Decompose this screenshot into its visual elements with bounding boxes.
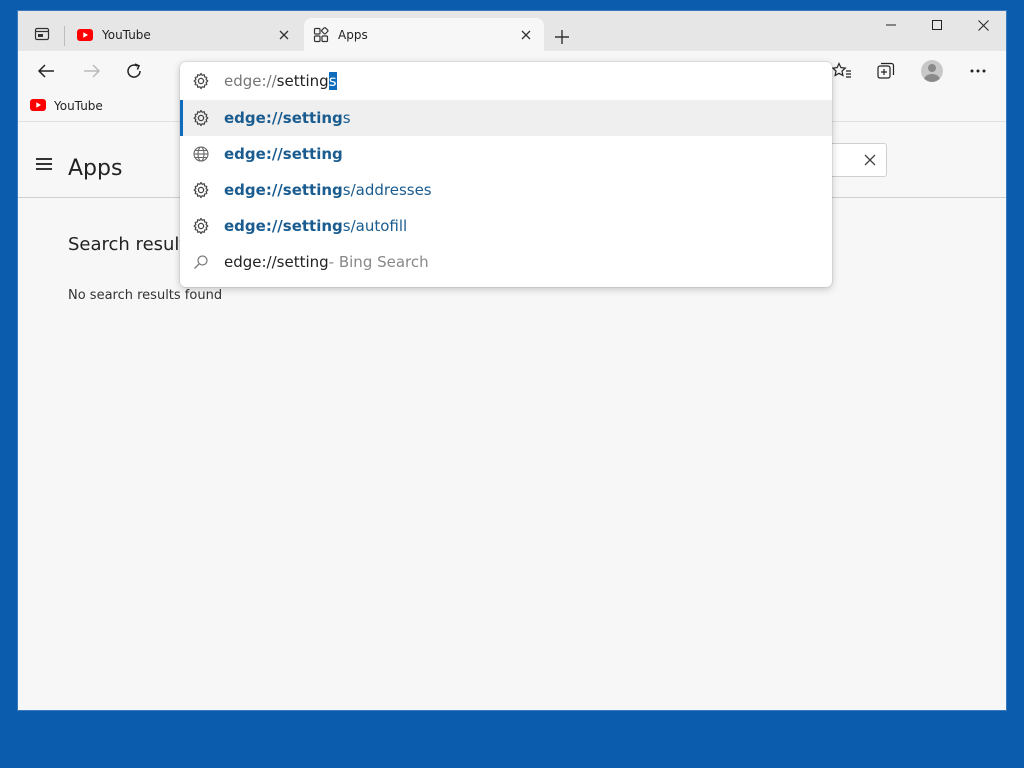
close-icon: [279, 30, 289, 39]
minimize-button[interactable]: [868, 11, 914, 39]
suggestion-query: edge://setting: [224, 253, 329, 271]
plus-icon: [555, 30, 569, 44]
profile-button[interactable]: [916, 55, 948, 87]
suggestion-rest: s: [342, 109, 351, 127]
clear-search-button[interactable]: [862, 152, 878, 168]
maximize-button[interactable]: [914, 11, 960, 39]
address-selected: s: [328, 72, 337, 90]
refresh-icon: [127, 63, 141, 78]
tab-title: Apps: [338, 27, 368, 42]
more-icon: [970, 69, 986, 73]
close-icon: [977, 19, 989, 31]
suggestion-match: edge://setting: [224, 109, 343, 127]
tab-close-button[interactable]: [272, 23, 296, 47]
results-heading: Search results: [68, 234, 196, 255]
tab-apps[interactable]: Apps: [304, 18, 544, 51]
suggestion-item[interactable]: edge://setting s/autofill: [180, 208, 832, 244]
tab-strip: YouTube Apps: [18, 11, 1006, 51]
suggestion-rest: s/autofill: [342, 217, 408, 235]
youtube-icon: [30, 98, 46, 114]
arrow-left-icon: [37, 64, 54, 78]
suggestion-item[interactable]: edge://setting s: [180, 100, 832, 136]
gear-icon: [191, 216, 211, 236]
tab-title: YouTube: [102, 27, 151, 42]
suggestion-rest: s/addresses: [342, 181, 432, 199]
back-button[interactable]: [30, 55, 62, 87]
favorite-item-youtube[interactable]: YouTube: [30, 94, 103, 118]
address-prefix: edge://: [224, 72, 277, 90]
settings-and-more-button[interactable]: [962, 55, 994, 87]
minimize-icon: [886, 24, 896, 26]
address-bar-input[interactable]: edge://settings: [180, 62, 832, 100]
close-icon: [864, 154, 876, 166]
new-tab-button[interactable]: [548, 23, 576, 51]
collections-icon: [877, 62, 895, 79]
gear-icon: [191, 71, 211, 91]
address-typed: setting: [276, 72, 329, 90]
search-icon: [191, 252, 211, 272]
suggestion-match: edge://setting: [224, 145, 343, 163]
apps-icon: [312, 26, 330, 44]
gear-icon: [191, 108, 211, 128]
tab-close-button[interactable]: [514, 23, 538, 47]
menu-button[interactable]: [36, 158, 54, 172]
address-text: edge://settings: [224, 72, 337, 90]
favorite-label: YouTube: [54, 99, 103, 113]
maximize-icon: [932, 20, 942, 30]
empty-results-message: No search results found: [68, 288, 223, 303]
suggestion-item[interactable]: edge://setting s/addresses: [180, 172, 832, 208]
address-bar-dropdown: edge://settings edge://setting s edge://s…: [180, 62, 832, 287]
refresh-button[interactable]: [118, 55, 150, 87]
arrow-right-icon: [84, 64, 101, 78]
suggestion-item[interactable]: edge://setting: [180, 136, 832, 172]
avatar: [921, 60, 943, 82]
youtube-icon: [76, 26, 94, 44]
collections-button[interactable]: [870, 55, 902, 87]
suggestion-match: edge://setting: [224, 217, 343, 235]
favorites-icon: [832, 62, 851, 78]
forward-button[interactable]: [76, 55, 108, 87]
tab-actions-icon: [34, 27, 50, 41]
tab-youtube[interactable]: YouTube: [68, 18, 302, 51]
gear-icon: [191, 180, 211, 200]
globe-icon: [191, 144, 211, 164]
tab-actions-button[interactable]: [26, 20, 58, 48]
page-title: Apps: [68, 156, 123, 181]
suggestion-item[interactable]: edge://setting - Bing Search: [180, 244, 832, 280]
close-icon: [521, 30, 531, 39]
suggestion-match: edge://setting: [224, 181, 343, 199]
tab-separator: [64, 26, 65, 46]
close-window-button[interactable]: [960, 11, 1006, 39]
browser-window: YouTube Apps YouTube Apps Search results…: [18, 11, 1006, 710]
suggestion-description: - Bing Search: [328, 253, 429, 271]
